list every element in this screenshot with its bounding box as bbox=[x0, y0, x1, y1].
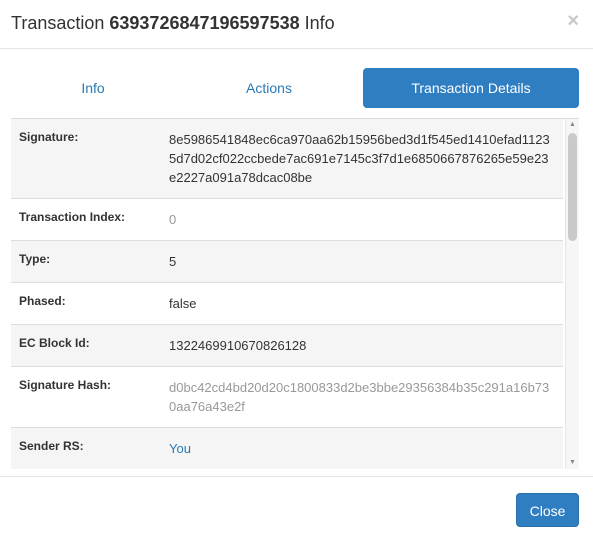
close-icon[interactable]: × bbox=[567, 10, 579, 32]
row-key: Sender RS: bbox=[11, 427, 169, 469]
row-key: Transaction Index: bbox=[11, 198, 169, 241]
close-button[interactable]: Close bbox=[516, 493, 579, 527]
row-key: Signature: bbox=[11, 119, 169, 199]
row-value: 1322469910670826128 bbox=[169, 324, 563, 367]
chevron-down-icon[interactable]: ▼ bbox=[566, 457, 579, 469]
table-row: Transaction Index: 0 bbox=[11, 198, 563, 241]
modal-footer: Close bbox=[0, 476, 593, 541]
table-row: EC Block Id: 1322469910670826128 bbox=[11, 324, 563, 367]
modal-header: Transaction 6393726847196597538 Info × bbox=[0, 0, 593, 49]
row-value: 0 bbox=[169, 198, 563, 241]
row-key: Phased: bbox=[11, 282, 169, 325]
transaction-index-value: 0 bbox=[169, 212, 177, 227]
details-scrollbar[interactable]: ▲ ▼ bbox=[565, 119, 579, 469]
sender-rs-link[interactable]: You bbox=[169, 428, 555, 469]
tab-bar: Info Actions Transaction Details bbox=[11, 68, 579, 108]
row-key: EC Block Id: bbox=[11, 324, 169, 367]
tab-info[interactable]: Info bbox=[11, 68, 175, 108]
row-key: Type: bbox=[11, 240, 169, 283]
transaction-info-modal: Transaction 6393726847196597538 Info × I… bbox=[0, 0, 593, 541]
row-value: You bbox=[169, 427, 563, 469]
table-row: Sender RS: You bbox=[11, 427, 563, 469]
details-panel: Signature: 8e5986541848ec6ca970aa62b1595… bbox=[11, 118, 579, 469]
row-value: false bbox=[169, 282, 563, 325]
row-value: 8e5986541848ec6ca970aa62b15956bed3d1f545… bbox=[169, 119, 563, 199]
table-row: Phased: false bbox=[11, 282, 563, 325]
tab-actions[interactable]: Actions bbox=[187, 68, 351, 108]
row-value: 5 bbox=[169, 240, 563, 283]
row-key: Signature Hash: bbox=[11, 366, 169, 428]
type-value: 5 bbox=[169, 254, 177, 269]
table-row: Signature Hash: d0bc42cd4bd20d20c1800833… bbox=[11, 366, 563, 428]
scroll-thumb[interactable] bbox=[568, 133, 577, 241]
signature-hash-value: d0bc42cd4bd20d20c1800833d2be3bbe29356384… bbox=[169, 380, 550, 414]
row-value: d0bc42cd4bd20d20c1800833d2be3bbe29356384… bbox=[169, 366, 563, 428]
ec-block-id-value: 1322469910670826128 bbox=[169, 338, 307, 353]
title-suffix: Info bbox=[304, 13, 335, 33]
table-row: Type: 5 bbox=[11, 240, 563, 283]
table-row: Signature: 8e5986541848ec6ca970aa62b1595… bbox=[11, 119, 563, 199]
modal-title: Transaction 6393726847196597538 Info bbox=[11, 12, 335, 34]
phased-value: false bbox=[169, 296, 197, 311]
details-table: Signature: 8e5986541848ec6ca970aa62b1595… bbox=[11, 119, 563, 469]
tab-transaction-details[interactable]: Transaction Details bbox=[363, 68, 579, 108]
chevron-up-icon[interactable]: ▲ bbox=[566, 119, 579, 131]
title-prefix: Transaction bbox=[11, 13, 105, 33]
transaction-id: 6393726847196597538 bbox=[109, 13, 300, 33]
signature-value: 8e5986541848ec6ca970aa62b15956bed3d1f545… bbox=[169, 132, 550, 185]
